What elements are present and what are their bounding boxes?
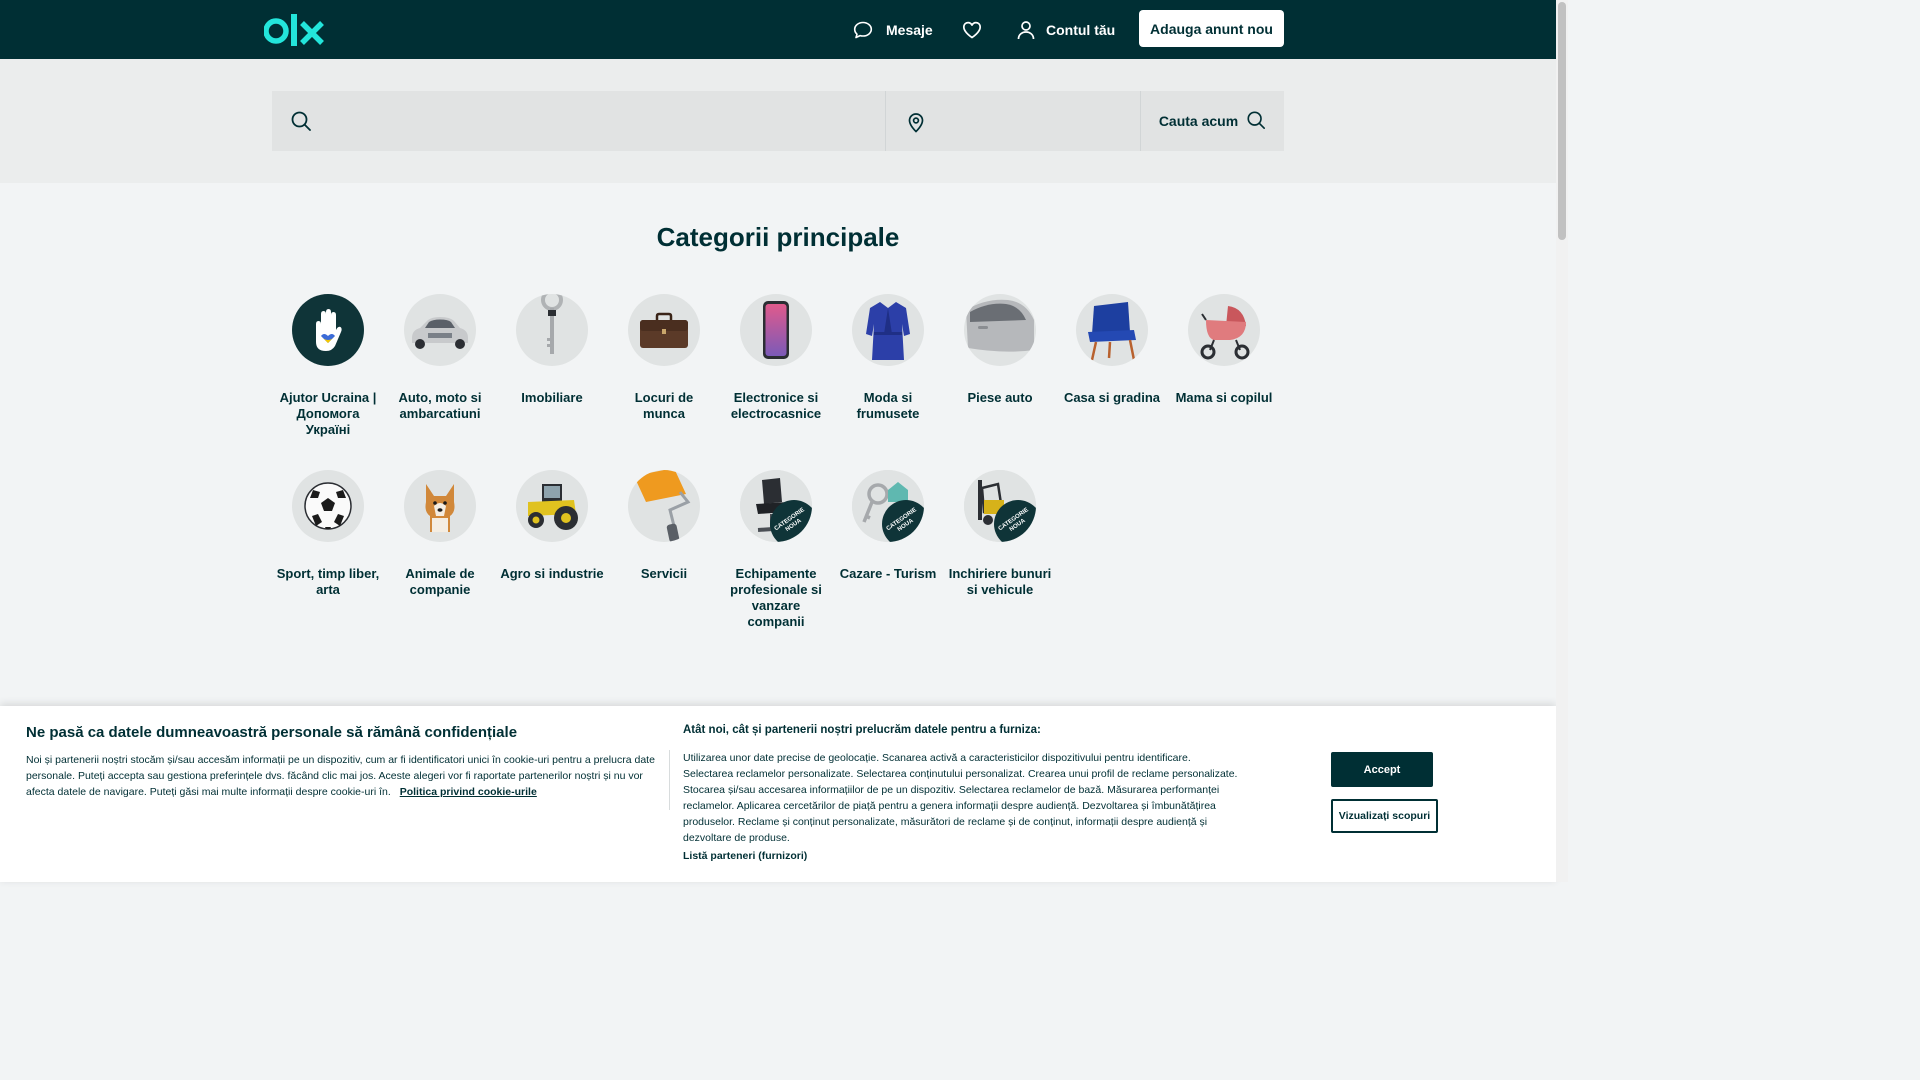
location-pin-icon: [906, 111, 926, 138]
house-keys-icon: CATEGORIE NOUA: [852, 470, 924, 542]
category-home-garden[interactable]: Casa si gradina: [1056, 294, 1168, 406]
dog-icon: [404, 470, 476, 542]
briefcase-icon: [628, 294, 700, 366]
car-icon: [404, 294, 476, 366]
football-icon: [292, 470, 364, 542]
cookie-title: Ne pasă ca datele dumneavoastră personal…: [26, 724, 518, 741]
category-label: Inchiriere bunuri si vehicule: [948, 566, 1052, 597]
category-label: Cazare - Turism: [839, 566, 937, 581]
search-bar: Cauta acum: [272, 91, 1284, 151]
category-jobs[interactable]: Locuri de munca: [608, 294, 720, 422]
search-section: Cauta acum: [0, 59, 1556, 183]
categories-title: Categorii principale: [656, 222, 900, 252]
category-pets[interactable]: Animale de companie: [384, 470, 496, 598]
view-purposes-button[interactable]: Vizualizați scopuri: [1331, 799, 1438, 833]
tractor-icon: [516, 470, 588, 542]
category-real-estate[interactable]: Imobiliare: [496, 294, 608, 406]
scrollbar[interactable]: [1556, 0, 1568, 882]
category-mother-child[interactable]: Mama si copilul: [1168, 294, 1280, 406]
cookie-consent-banner: Ne pasă ca datele dumneavoastră personal…: [0, 706, 1556, 882]
category-car-parts[interactable]: Piese auto: [944, 294, 1056, 406]
category-ukraine-help[interactable]: Ajutor Ucraina | Допомога Україні: [272, 294, 384, 438]
search-input[interactable]: [322, 91, 875, 151]
category-label: Auto, moto si ambarcatiuni: [398, 390, 482, 421]
category-services[interactable]: Servicii: [608, 470, 720, 582]
forklift-icon: CATEGORIE NOUA: [964, 470, 1036, 542]
category-label: Animale de companie: [405, 566, 475, 597]
category-label: Servicii: [640, 566, 688, 581]
cookie-description: Noi și partenerii noștri stocăm și/sau a…: [26, 752, 658, 800]
scrollbar-thumb[interactable]: [1558, 2, 1566, 240]
purposes-title: Atât noi, cât și partenerii noștri prelu…: [683, 724, 1041, 736]
search-submit-button[interactable]: Cauta acum: [1141, 91, 1284, 151]
category-fashion[interactable]: Moda si frumusete: [832, 294, 944, 422]
user-icon: [1017, 20, 1035, 40]
location-field: [886, 91, 1141, 151]
post-ad-button[interactable]: Adauga anunt nou: [1139, 10, 1284, 47]
category-label: Electronice si electrocasnice: [730, 390, 822, 421]
search-button-label: Cauta acum: [1158, 113, 1239, 129]
stroller-icon: [1188, 294, 1260, 366]
ukraine-help-icon: [292, 294, 364, 366]
favorites-button[interactable]: [962, 0, 982, 59]
key-icon: [516, 294, 588, 366]
category-accommodation[interactable]: CATEGORIE NOUA Cazare - Turism: [832, 470, 944, 582]
olx-logo[interactable]: [263, 12, 326, 48]
category-label: Casa si gradina: [1063, 390, 1161, 405]
salon-chair-icon: CATEGORIE NOUA: [740, 470, 812, 542]
category-label: Piese auto: [967, 390, 1033, 405]
category-rentals[interactable]: CATEGORIE NOUA Inchiriere bunuri si vehi…: [944, 470, 1056, 598]
search-icon: [290, 110, 312, 137]
top-header: Mesaje Contul tău Adauga anunt nou: [0, 0, 1556, 59]
category-label: Imobiliare: [521, 390, 583, 405]
location-input[interactable]: [936, 91, 1130, 151]
chat-icon: [853, 21, 873, 39]
category-label: Mama si copilul: [1175, 390, 1273, 405]
category-sport[interactable]: Sport, timp liber, arta: [272, 470, 384, 598]
heart-icon: [962, 21, 982, 39]
cookie-policy-link[interactable]: Politica privind cookie-urile: [400, 786, 537, 798]
cookie-text: Noi și partenerii noștri stocăm și/sau a…: [26, 754, 655, 798]
category-professional-equipment[interactable]: CATEGORIE NOUA Echipamente profesionale …: [720, 470, 832, 630]
search-query-field: [272, 91, 886, 151]
category-label: Locuri de munca: [634, 390, 694, 421]
category-electronics[interactable]: Electronice si electrocasnice: [720, 294, 832, 422]
partners-list-link[interactable]: Listă parteneri (furnizori): [683, 850, 807, 862]
category-label: Echipamente profesionale si vanzare comp…: [730, 566, 822, 629]
accept-button[interactable]: Accept: [1331, 752, 1433, 787]
account-link[interactable]: Contul tău: [1017, 0, 1115, 59]
chair-icon: [1076, 294, 1148, 366]
phone-icon: [740, 294, 812, 366]
category-label: Moda si frumusete: [856, 390, 920, 421]
category-agro[interactable]: Agro si industrie: [496, 470, 608, 582]
category-label: Sport, timp liber, arta: [276, 566, 380, 597]
car-door-icon: [964, 294, 1036, 366]
messages-label: Mesaje: [886, 21, 933, 38]
paint-roller-icon: [628, 470, 700, 542]
purposes-description: Utilizarea unor date precise de geolocaț…: [683, 752, 1238, 844]
robe-icon: [852, 294, 924, 366]
category-label: Ajutor Ucraina | Допомога Україні: [279, 390, 377, 437]
category-label: Agro si industrie: [500, 566, 604, 581]
divider: [669, 750, 670, 810]
account-label: Contul tău: [1046, 21, 1116, 38]
category-auto[interactable]: Auto, moto si ambarcatiuni: [384, 294, 496, 422]
messages-link[interactable]: Mesaje: [853, 0, 933, 59]
search-icon: [1238, 110, 1266, 133]
